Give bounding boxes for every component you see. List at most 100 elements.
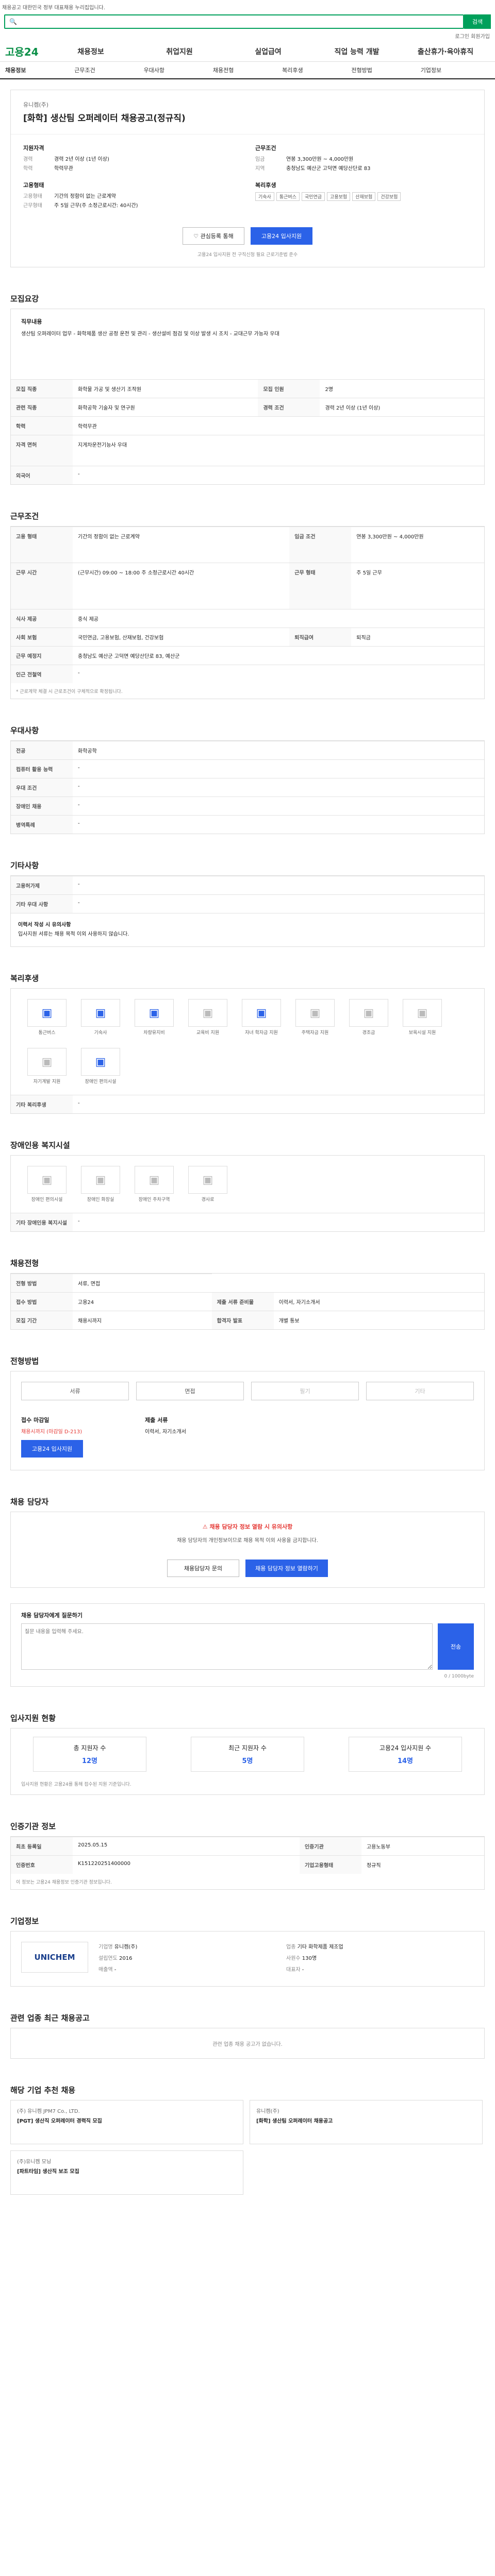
alert-msg: 채용 담당자의 개인정보이므로 채용 목적 이외 사용을 금지합니다. bbox=[177, 1538, 318, 1544]
method-title: 전형방법 bbox=[10, 1356, 39, 1366]
apply-button[interactable]: 고용24 입사지원 bbox=[251, 227, 312, 245]
section-tabs: 채용정보 근무조건 우대사항 채용전형 복리후생 전형방법 기업정보 bbox=[0, 62, 495, 79]
tab-6[interactable]: 기업정보 bbox=[421, 66, 490, 74]
welfare-item: ▣ 장애인 주차구역 bbox=[134, 1166, 175, 1202]
cell-key: 모집 직종 bbox=[11, 379, 73, 398]
etc-title: 기타사항 bbox=[10, 860, 39, 870]
top-notice: 채용공고 대한민국 정부 대표채용 누리집입니다. bbox=[2, 5, 105, 11]
rec-card[interactable]: 유니켐(주) [화학] 생산팀 오퍼레이터 채용공고 bbox=[250, 2100, 483, 2144]
corp-val: 유니켐(주) bbox=[114, 1944, 138, 1950]
corp-val: 2016 bbox=[119, 1956, 133, 1961]
stat-label: 고용24 입사지원 수 bbox=[379, 1744, 432, 1752]
welfare-label: 자기계발 지원 bbox=[33, 1079, 61, 1084]
cell-key: 최초 등록일 bbox=[11, 1837, 73, 1856]
qna-send-button[interactable]: 전송 bbox=[438, 1623, 474, 1670]
select-title: 채용전형 bbox=[10, 1258, 39, 1268]
gnb-menu-1[interactable]: 취업지원 bbox=[135, 46, 224, 57]
disabled-title: 장애인용 복지시설 bbox=[10, 1140, 70, 1150]
cell-key: 기업고용형태 bbox=[299, 1855, 361, 1874]
welfare-label: 교육비 지원 bbox=[196, 1030, 220, 1036]
cell-key: 인증번호 bbox=[11, 1855, 73, 1874]
welfare-icon: ▣ bbox=[27, 999, 67, 1027]
tab-1[interactable]: 근무조건 bbox=[74, 66, 143, 74]
stat-label: 최근 지원자 수 bbox=[228, 1744, 267, 1752]
cell-val: - bbox=[73, 1213, 484, 1231]
search-row: 🔍 검색 bbox=[0, 11, 495, 32]
cell-val: 주 5일 근무 bbox=[351, 563, 484, 609]
cell-val: 학력무관 bbox=[73, 416, 484, 435]
cond-table: 고용 형태 기간의 정함이 없는 근로계약 임금 조건 연봉 3,300만원 ~ 4,… bbox=[11, 527, 484, 683]
search-icon: 🔍 bbox=[9, 18, 17, 25]
tab-2[interactable]: 우대사항 bbox=[144, 66, 213, 74]
tab-0[interactable]: 채용정보 bbox=[5, 66, 74, 74]
welfare-label: 장애인 편의시설 bbox=[31, 1197, 63, 1202]
cell-val: 충청남도 예산군 고덕면 예당산단로 83, 예산군 bbox=[73, 646, 484, 665]
rec-corp: (주)유니켐 모닝 bbox=[17, 2159, 52, 2165]
type-val: 기간의 정함이 없는 근로계약 bbox=[54, 194, 116, 199]
cond-key: 임금 bbox=[255, 157, 265, 162]
corp-key: 기업명 bbox=[98, 1944, 113, 1950]
stat-note: 입사지원 현황은 고용24를 통해 접수된 지원 기준입니다. bbox=[21, 1782, 131, 1787]
qual-val: 경력 2년 이상 (1년 이상) bbox=[54, 157, 109, 162]
welfare-item: ▣ 경사로 bbox=[187, 1166, 228, 1202]
more-title: 해당 기업 추천 채용 bbox=[10, 2085, 76, 2095]
cond-val: 충청남도 예산군 고덕면 예당산단로 83 bbox=[286, 166, 371, 172]
corp-key: 매출액 bbox=[98, 1967, 113, 1973]
cell-val: (근무시간) 09:00 ~ 18:00 주 소정근로시간 40시간 bbox=[73, 563, 290, 609]
cell-key: 기타 복리후생 bbox=[11, 1095, 73, 1113]
cell-key: 근무 형태 bbox=[289, 563, 352, 609]
welfare-icon: ▣ bbox=[349, 999, 388, 1027]
qna-input[interactable] bbox=[21, 1623, 433, 1670]
rec-card[interactable]: (주)유니켐 모닝 [파트타임] 생산직 보조 모집 bbox=[10, 2150, 243, 2195]
welfare-icon: ▣ bbox=[188, 1166, 227, 1194]
pref-section: 전공 화학공학 컴퓨터 활용 능력 - 우대 조건 - 장애인 채용 - 병역특례 - bbox=[10, 740, 485, 834]
cell-key: 근무 예정지 bbox=[11, 646, 73, 665]
save-button[interactable]: ♡ 관심등록 통해 bbox=[183, 227, 244, 245]
search-button[interactable]: 검색 bbox=[464, 14, 491, 29]
welfare-tags: 기숙사 통근버스 국민연금 고용보험 산재보험 건강보험 bbox=[255, 192, 472, 201]
method-written: 필기 bbox=[251, 1382, 359, 1400]
type-head: 고용형태 bbox=[23, 182, 44, 189]
apply-note: 고용24 입사지원 전 구직신청 필요 근로기준법 준수 bbox=[197, 252, 298, 258]
corp-val: - bbox=[302, 1967, 304, 1973]
alert-title: 채용 담당자 정보 열람 시 유의사항 bbox=[209, 1523, 293, 1530]
gnb-menu-3[interactable]: 직업 능력 개발 bbox=[312, 46, 401, 57]
duty-head: 직무내용 bbox=[21, 318, 42, 325]
contact-view-button[interactable]: 채용 담당자 정보 열람하기 bbox=[245, 1560, 328, 1577]
gnb-menu-0[interactable]: 채용정보 bbox=[46, 46, 135, 57]
corp-logo: UNICHEM bbox=[21, 1942, 88, 1973]
welfare-icon: ▣ bbox=[242, 999, 281, 1027]
search-input[interactable]: 🔍 bbox=[4, 14, 464, 29]
gnb-menu-2[interactable]: 실업급여 bbox=[224, 46, 312, 57]
cell-key: 전공 bbox=[11, 741, 73, 760]
stat-value: 12명 bbox=[81, 1757, 98, 1765]
method-apply-button[interactable]: 고용24 입사지원 bbox=[21, 1440, 83, 1458]
tab-4[interactable]: 복리후생 bbox=[282, 66, 351, 74]
tab-5[interactable]: 전형방법 bbox=[351, 66, 420, 74]
welfare-head: 복리후생 bbox=[255, 182, 276, 189]
corp-val: 130명 bbox=[302, 1956, 317, 1961]
cond-head: 근무조건 bbox=[255, 145, 276, 151]
qna-title: 채용 담당자에게 질문하기 bbox=[21, 1612, 82, 1619]
cell-val: 개별 통보 bbox=[273, 1311, 484, 1329]
cell-key: 컴퓨터 활용 능력 bbox=[11, 759, 73, 778]
rec-card[interactable]: (주) 유니켐 JPM7 Co., LTD. [PGT] 생산직 오퍼레이터 경력… bbox=[10, 2100, 243, 2144]
contact-inquiry-button[interactable]: 채용담당자 문의 bbox=[167, 1560, 239, 1577]
site-logo[interactable]: 고용24 bbox=[5, 44, 46, 59]
welfare-label: 경조금 bbox=[362, 1030, 375, 1036]
method-section: 서류 면접 필기 기타 접수 마감일 채용시까지 (마감일 D-213) 고용2… bbox=[10, 1371, 485, 1470]
welfare-table: 기타 복리후생 - bbox=[11, 1095, 484, 1113]
heart-icon: ♡ bbox=[193, 232, 201, 240]
cell-key: 고용허가제 bbox=[11, 876, 73, 895]
cell-key: 우대 조건 bbox=[11, 778, 73, 797]
cell-val: - bbox=[73, 894, 484, 913]
welfare-icon: ▣ bbox=[27, 1048, 67, 1076]
cell-val: - bbox=[73, 778, 484, 797]
tab-3[interactable]: 채용전형 bbox=[213, 66, 282, 74]
rec-title: [파트타임] 생산직 보조 모집 bbox=[17, 2169, 79, 2175]
welfare-tag: 건강보험 bbox=[377, 192, 401, 201]
gnb-menu-4[interactable]: 출산휴가·육아휴직 bbox=[401, 46, 490, 57]
stat-label: 총 지원자 수 bbox=[73, 1744, 106, 1752]
welfare-tag: 산재보험 bbox=[352, 192, 376, 201]
util-links[interactable]: 로그인 회원가입 bbox=[0, 32, 495, 41]
